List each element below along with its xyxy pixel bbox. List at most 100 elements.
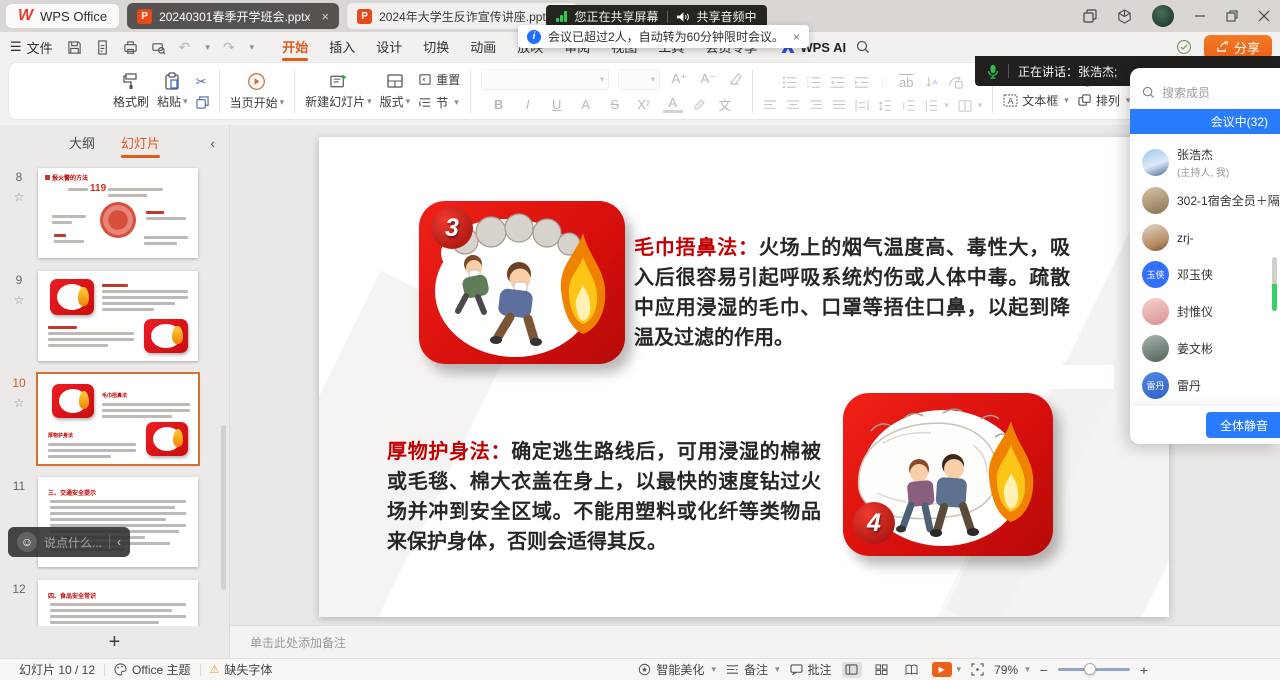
fit-window-button[interactable]: [971, 663, 984, 676]
underline-icon[interactable]: U: [547, 97, 567, 112]
copy-icon[interactable]: [196, 96, 209, 109]
zoom-slider-handle[interactable]: [1084, 663, 1096, 675]
slide-thumb-10-selected[interactable]: 10☆ 毛巾捂鼻法 厚物护身法: [0, 374, 229, 464]
slide-thumb-9[interactable]: 9☆: [0, 271, 229, 361]
member-row[interactable]: 302-1宿舍全员＋隔壁刘蘓: [1130, 182, 1280, 219]
play-chevron-icon[interactable]: ▾: [280, 97, 285, 108]
wps-home-button[interactable]: W WPS Office: [6, 4, 119, 28]
print-preview-icon[interactable]: [151, 40, 166, 55]
minimize-button[interactable]: [1194, 10, 1206, 22]
mute-all-button[interactable]: 全体静音: [1206, 412, 1280, 438]
new-slide-button[interactable]: 新建幻灯片▾: [305, 72, 372, 110]
text-direction-icon[interactable]: ab: [896, 75, 916, 90]
slideshow-play-button[interactable]: ▶: [932, 662, 952, 677]
notes-input[interactable]: 单击此处添加备注: [230, 625, 1280, 658]
notes-toggle-button[interactable]: 备注▾: [726, 661, 780, 678]
zoom-level[interactable]: 79%▾: [994, 663, 1030, 677]
pinyin-guide-icon[interactable]: 文: [715, 95, 735, 114]
theme-button[interactable]: Office 主题: [105, 661, 199, 678]
document-tab-active[interactable]: P 20240301春季开学班会.pptx ×: [127, 3, 339, 29]
strikethrough-icon[interactable]: S: [605, 97, 625, 112]
reading-view-button[interactable]: [902, 662, 922, 678]
user-avatar[interactable]: [1152, 5, 1174, 27]
tab-insert[interactable]: 插入: [327, 31, 357, 62]
font-size-select[interactable]: ▾: [618, 69, 660, 90]
emoji-smiley-icon[interactable]: ☺: [17, 532, 37, 552]
tab-outline[interactable]: 大纲: [69, 133, 95, 152]
slide-sorter-view-button[interactable]: [872, 662, 892, 678]
missing-font-warning[interactable]: ⚠ 缺失字体: [201, 661, 282, 678]
increase-font-icon[interactable]: A⁺: [669, 71, 689, 87]
bold-icon[interactable]: B: [489, 97, 509, 112]
italic-icon[interactable]: I: [518, 97, 538, 112]
toolbar-more-chevron-icon[interactable]: ▾: [250, 42, 255, 53]
paste-button[interactable]: 粘贴▾: [157, 72, 188, 110]
member-row[interactable]: 封惟仪: [1130, 293, 1280, 330]
line-spacing-down-icon[interactable]: [901, 100, 915, 112]
search-icon[interactable]: [856, 40, 870, 54]
reset-button[interactable]: 重置: [418, 71, 460, 88]
smart-beautify-button[interactable]: 智能美化▾: [638, 661, 716, 678]
decrease-indent-icon[interactable]: [830, 76, 845, 89]
tab-slides[interactable]: 幻灯片: [121, 125, 160, 160]
slide-thumb-12[interactable]: 12 四、食品安全常识: [0, 580, 229, 626]
rotate-text-icon[interactable]: A: [925, 76, 939, 89]
current-slide[interactable]: 3 毛巾捂鼻法：火场上的烟气温度高、毒性大，吸入后很容易引起呼吸系统灼伤或人体中…: [319, 137, 1169, 617]
dismiss-notification-icon[interactable]: ×: [793, 30, 800, 44]
character-spacing-icon[interactable]: A: [576, 97, 596, 112]
columns-icon[interactable]: [958, 100, 972, 112]
play-options-chevron-icon[interactable]: ▾: [957, 664, 962, 675]
tab-home[interactable]: 开始: [280, 31, 310, 62]
member-row[interactable]: 姜文彬: [1130, 330, 1280, 367]
illustration-card-4[interactable]: 4: [843, 393, 1053, 556]
cut-icon[interactable]: ✂: [196, 74, 207, 90]
arrange-button[interactable]: 排列▾: [1078, 92, 1131, 109]
restore-button[interactable]: [1226, 10, 1238, 22]
zoom-out-button[interactable]: −: [1040, 662, 1048, 678]
line-spacing-up-icon[interactable]: [878, 100, 892, 112]
undo-icon[interactable]: ↶: [179, 39, 191, 56]
tab-design[interactable]: 设计: [374, 31, 404, 62]
participants-scrollbar[interactable]: [1272, 257, 1277, 311]
in-meeting-tab[interactable]: 会议中(32): [1130, 109, 1280, 134]
justify-icon[interactable]: [832, 100, 846, 111]
member-row[interactable]: zrj-: [1130, 219, 1280, 256]
format-painter-button[interactable]: 格式刷: [113, 72, 149, 110]
member-row[interactable]: 玉侠 邓玉侠: [1130, 256, 1280, 293]
bullet-list-icon[interactable]: [782, 76, 797, 89]
slide-thumb-8[interactable]: 8☆ 报火警的方法 119: [0, 168, 229, 258]
play-from-current-button[interactable]: 当页开始▾: [230, 72, 285, 111]
workspace-cube-icon[interactable]: [1117, 9, 1132, 24]
zoom-in-button[interactable]: +: [1140, 662, 1148, 678]
collapse-chat-icon[interactable]: ‹: [117, 535, 121, 549]
file-menu[interactable]: ☰ 文件: [10, 38, 53, 57]
favorite-star-icon[interactable]: ☆: [14, 396, 25, 410]
textbox-button[interactable]: A文本框▾: [1003, 92, 1069, 109]
components-icon[interactable]: [1083, 9, 1097, 23]
zoom-slider[interactable]: [1058, 668, 1130, 671]
favorite-star-icon[interactable]: ☆: [14, 293, 25, 307]
collapse-panel-icon[interactable]: ‹: [210, 135, 215, 151]
convert-smartart-icon[interactable]: [948, 76, 963, 89]
sync-status-icon[interactable]: [1176, 39, 1192, 55]
undo-chevron-icon[interactable]: ▾: [205, 42, 210, 53]
member-row[interactable]: 张浩杰(主持人, 我): [1130, 142, 1280, 182]
superscript-icon[interactable]: X²: [634, 97, 654, 112]
align-center-icon[interactable]: [786, 100, 800, 111]
font-color-icon[interactable]: A: [663, 95, 683, 113]
paste-chevron-icon[interactable]: ▾: [183, 96, 188, 107]
favorite-star-icon[interactable]: ☆: [14, 190, 25, 204]
layout-button[interactable]: 版式▾: [380, 72, 411, 110]
export-pdf-icon[interactable]: [95, 40, 110, 55]
save-icon[interactable]: [67, 40, 82, 55]
redo-icon[interactable]: ↷: [223, 39, 235, 56]
close-tab-icon[interactable]: ×: [321, 9, 329, 24]
search-members-field[interactable]: 搜索成员: [1142, 84, 1268, 101]
font-name-select[interactable]: ▾: [481, 69, 609, 90]
distribute-icon[interactable]: [855, 100, 869, 111]
close-button[interactable]: [1258, 10, 1270, 22]
illustration-card-3[interactable]: 3: [419, 201, 625, 364]
section-button[interactable]: 节▾: [418, 94, 459, 111]
tab-animation[interactable]: 动画: [468, 31, 498, 62]
add-slide-button[interactable]: +: [0, 626, 229, 658]
